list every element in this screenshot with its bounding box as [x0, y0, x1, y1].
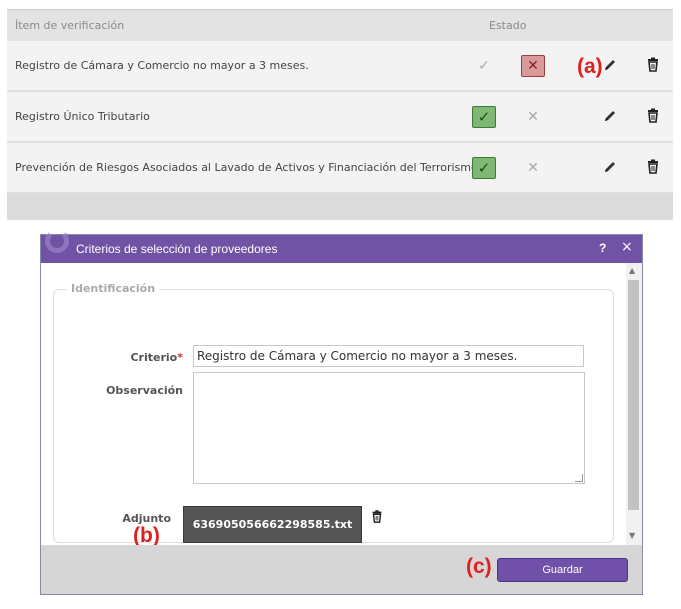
header-estado-label: Estado: [489, 19, 527, 32]
trash-icon[interactable]: [645, 158, 661, 174]
scroll-up-icon[interactable]: ▲: [629, 266, 635, 275]
reject-x-icon[interactable]: ✕: [521, 55, 545, 77]
dialog-title: Criterios de selección de proveedores: [76, 242, 278, 256]
verification-list: Ítem de verificación Estado Registro de …: [7, 9, 673, 220]
attachment-file-button[interactable]: 636905056662298585.txt: [183, 506, 362, 543]
criteria-dialog: Criterios de selección de proveedores ? …: [40, 229, 643, 595]
criterio-label: Criterio*: [130, 351, 183, 364]
trash-icon[interactable]: [645, 56, 661, 72]
dialog-scrollbar[interactable]: ▲ ▼: [626, 263, 642, 545]
approve-check-icon[interactable]: ✓: [472, 157, 496, 179]
approve-check-icon[interactable]: ✓: [472, 55, 496, 77]
approve-check-icon[interactable]: ✓: [472, 106, 496, 128]
pencil-icon[interactable]: [602, 57, 618, 73]
help-icon[interactable]: ?: [599, 241, 606, 255]
list-header: Ítem de verificación Estado: [7, 9, 673, 41]
callout-c: (c): [466, 555, 492, 578]
table-row: Registro Único Tributario ✓ ✕: [7, 92, 673, 142]
dialog-footer: (c) Guardar: [41, 545, 642, 594]
row-label: Registro de Cámara y Comercio no mayor a…: [15, 59, 309, 72]
row-label: Registro Único Tributario: [15, 110, 150, 123]
save-button[interactable]: Guardar: [497, 558, 628, 582]
pencil-icon[interactable]: [602, 159, 618, 175]
trash-icon[interactable]: [370, 509, 384, 523]
resize-grip-icon[interactable]: [575, 474, 583, 482]
table-row: Registro de Cámara y Comercio no mayor a…: [7, 41, 673, 91]
observacion-label: Observación: [106, 384, 183, 397]
row-label: Prevención de Riesgos Asociados al Lavad…: [15, 161, 478, 174]
trash-icon[interactable]: [645, 107, 661, 123]
callout-a: (a): [577, 55, 603, 78]
dialog-title-bar[interactable]: Criterios de selección de proveedores ? …: [41, 229, 642, 263]
reject-x-icon[interactable]: ✕: [521, 157, 545, 179]
observacion-textarea[interactable]: [193, 372, 585, 484]
dialog-body: Identificación Criterio* Registro de Cám…: [41, 263, 626, 547]
close-icon[interactable]: ×: [621, 239, 633, 255]
required-mark: *: [177, 351, 183, 364]
criterio-input[interactable]: Registro de Cámara y Comercio no mayor a…: [193, 345, 584, 367]
scroll-down-icon[interactable]: ▼: [629, 531, 635, 540]
header-item-label: Ítem de verificación: [15, 19, 125, 32]
section-legend: Identificación: [67, 282, 160, 295]
pencil-icon[interactable]: [602, 108, 618, 124]
logo-icon: [45, 229, 69, 253]
reject-x-icon[interactable]: ✕: [521, 106, 545, 128]
table-row: Prevención de Riesgos Asociados al Lavad…: [7, 143, 673, 193]
scroll-thumb[interactable]: [628, 280, 639, 510]
